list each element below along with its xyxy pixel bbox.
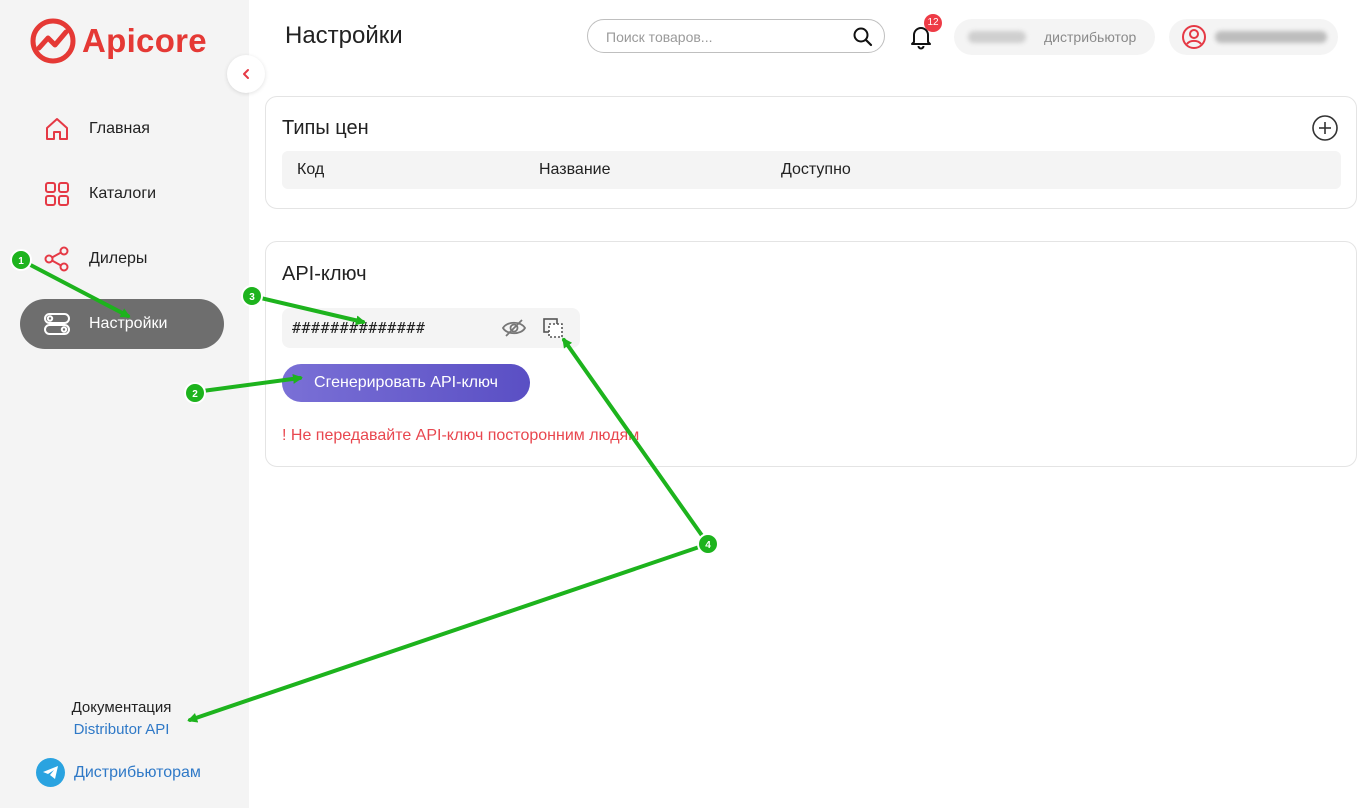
- annotation-label-4: 4: [705, 540, 711, 551]
- docs-section: Документация Distributor API: [0, 699, 249, 738]
- redacted-username: [1215, 31, 1327, 43]
- telegram-icon: [36, 758, 65, 787]
- generate-api-key-button[interactable]: Сгенерировать API-ключ: [282, 364, 530, 402]
- notification-badge: 12: [924, 14, 942, 32]
- logo-icon: [30, 18, 76, 64]
- price-types-table-header: Код Название Доступно: [282, 151, 1341, 189]
- user-menu[interactable]: [1169, 19, 1338, 55]
- copy-api-key-button[interactable]: [542, 317, 564, 344]
- api-key-warning: ! Не передавайте API-ключ посторонним лю…: [282, 427, 640, 444]
- docs-title: Документация: [71, 699, 172, 716]
- sidebar: Apicore Главная Каталоги Дилеры Настройк…: [0, 0, 249, 808]
- share-icon: [44, 246, 70, 272]
- column-header-name: Название: [539, 161, 611, 178]
- user-icon: [1181, 24, 1207, 50]
- column-header-code: Код: [297, 161, 325, 178]
- column-header-available: Доступно: [781, 161, 851, 178]
- api-key-field: ##############: [282, 308, 580, 348]
- copy-icon: [543, 318, 563, 338]
- role-selector[interactable]: дистрибьютор: [954, 19, 1155, 55]
- redacted-name: [968, 31, 1026, 43]
- price-types-title: Типы цен: [282, 117, 369, 139]
- sidebar-item-label: Главная: [89, 120, 150, 137]
- sidebar-nav: Главная Каталоги Дилеры Настройки: [20, 104, 224, 364]
- sidebar-item-label: Каталоги: [89, 185, 157, 202]
- page-title: Настройки: [285, 22, 403, 49]
- annotation-marker-4: [697, 533, 719, 555]
- telegram-label: Дистрибьюторам: [74, 763, 201, 781]
- search-box: [587, 19, 885, 53]
- eye-off-icon: [501, 319, 527, 337]
- add-price-type-button[interactable]: [1311, 114, 1339, 147]
- price-types-card: Типы цен Код Название Доступно: [265, 96, 1357, 209]
- home-icon: [44, 116, 70, 142]
- collapse-sidebar-button[interactable]: [227, 55, 265, 93]
- api-key-title: API-ключ: [282, 263, 367, 285]
- plus-circle-icon: [1312, 115, 1338, 141]
- chevron-left-icon: [243, 69, 249, 79]
- toggle-visibility-button[interactable]: [501, 318, 527, 343]
- sidebar-item-catalogs[interactable]: Каталоги: [20, 169, 224, 219]
- grid-icon: [44, 181, 70, 207]
- logo-text: Apicore: [82, 22, 207, 59]
- sidebar-item-dealers[interactable]: Дилеры: [20, 234, 224, 284]
- search-input[interactable]: [604, 28, 848, 46]
- telegram-link[interactable]: Дистрибьюторам: [36, 758, 201, 787]
- api-key-value: ##############: [292, 319, 426, 337]
- role-label: дистрибьютор: [1044, 29, 1137, 45]
- toggles-icon: [44, 311, 70, 337]
- annotation-label-3: 3: [249, 292, 255, 303]
- search-icon[interactable]: [852, 26, 874, 53]
- logo[interactable]: Apicore: [30, 18, 207, 64]
- sidebar-item-home[interactable]: Главная: [20, 104, 224, 154]
- sidebar-item-settings[interactable]: Настройки: [20, 299, 224, 349]
- sidebar-item-label: Дилеры: [89, 250, 148, 267]
- annotation-arrow-4b: [187, 542, 710, 723]
- api-key-card: API-ключ ############## Сгенерировать AP…: [265, 241, 1357, 467]
- sidebar-item-label: Настройки: [89, 315, 168, 332]
- docs-link[interactable]: Distributor API: [0, 721, 249, 738]
